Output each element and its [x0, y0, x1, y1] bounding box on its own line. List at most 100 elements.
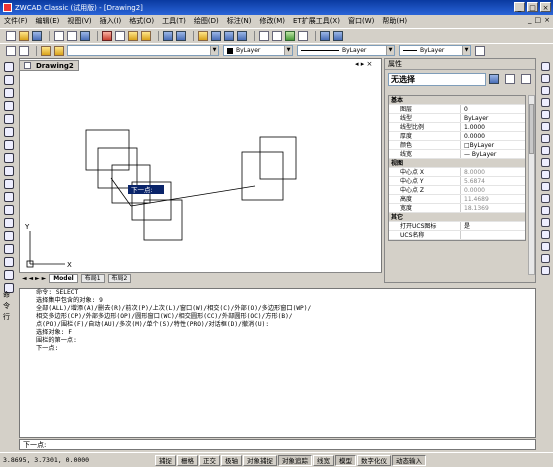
- chamfer-icon[interactable]: [540, 218, 550, 227]
- redo-icon[interactable]: [176, 30, 186, 41]
- line-icon[interactable]: [3, 62, 14, 72]
- status-toggle-button[interactable]: 对象捕捉: [243, 454, 277, 466]
- property-row[interactable]: UCS名称: [389, 231, 525, 240]
- point-icon[interactable]: [3, 231, 14, 241]
- paste-icon[interactable]: [128, 30, 138, 41]
- hatch-icon[interactable]: [3, 244, 14, 254]
- zoom-window-icon[interactable]: [224, 30, 234, 41]
- command-input[interactable]: 下一点:: [19, 439, 536, 450]
- property-value[interactable]: 0.0000: [461, 132, 525, 140]
- cut-icon[interactable]: [102, 30, 112, 41]
- status-toggle-button[interactable]: 极轴: [221, 454, 242, 466]
- spline-icon[interactable]: [3, 166, 14, 176]
- tab-model[interactable]: Model: [49, 273, 78, 283]
- tab-layout1[interactable]: 布局1: [80, 273, 105, 283]
- document-tab[interactable]: Drawing2: [19, 60, 79, 71]
- align-icon[interactable]: [540, 266, 550, 275]
- make-block-icon[interactable]: [3, 218, 14, 228]
- rectangle-shape[interactable]: [85, 129, 130, 171]
- minimize-button[interactable]: _: [514, 2, 525, 12]
- move-icon[interactable]: [540, 122, 550, 131]
- property-value[interactable]: 1.0000: [461, 123, 525, 131]
- lineweight-dropdown[interactable]: ByLayer ▼: [399, 45, 471, 56]
- property-value[interactable]: 0: [461, 105, 525, 113]
- tab-layout2[interactable]: 布局2: [107, 273, 132, 283]
- menu-et-tools[interactable]: ET扩展工具(X): [293, 16, 340, 26]
- zoom-previous-icon[interactable]: [237, 30, 247, 41]
- selection-dropdown[interactable]: 无选择: [388, 73, 486, 86]
- lengthen-icon[interactable]: [540, 254, 550, 263]
- join-icon[interactable]: [540, 206, 550, 215]
- property-value[interactable]: 是: [461, 222, 525, 230]
- arc-icon[interactable]: [3, 127, 14, 137]
- array-icon[interactable]: [540, 110, 550, 119]
- maximize-button[interactable]: □: [527, 2, 538, 12]
- property-value[interactable]: 11.4689: [461, 195, 525, 203]
- property-row[interactable]: 线型比例 1.0000: [389, 123, 525, 132]
- scale-icon[interactable]: [540, 146, 550, 155]
- drawing-canvas[interactable]: 下一点: Y X: [19, 58, 382, 283]
- status-toggle-button[interactable]: 正交: [199, 454, 220, 466]
- circle-icon[interactable]: [3, 140, 14, 150]
- menu-edit[interactable]: 编辑(E): [36, 16, 60, 26]
- property-category[interactable]: 视图: [389, 159, 525, 168]
- property-category[interactable]: 基本: [389, 96, 525, 105]
- undo-icon[interactable]: [163, 30, 173, 41]
- rectangle-shape[interactable]: [111, 164, 151, 204]
- property-value[interactable]: 5.6874: [461, 177, 525, 185]
- publish-icon[interactable]: [80, 30, 90, 41]
- property-row[interactable]: 颜色 □ByLayer: [389, 141, 525, 150]
- property-row[interactable]: 宽度 18.1369: [389, 204, 525, 213]
- menu-draw[interactable]: 绘图(D): [194, 16, 219, 26]
- menu-window[interactable]: 窗口(W): [348, 16, 374, 26]
- select-objects-icon[interactable]: [505, 74, 515, 84]
- property-row[interactable]: 图层 0: [389, 105, 525, 114]
- break-icon[interactable]: [540, 194, 550, 203]
- erase-icon[interactable]: [540, 62, 550, 71]
- tool-palette-icon[interactable]: [285, 30, 295, 41]
- table-icon[interactable]: [3, 270, 14, 280]
- menu-file[interactable]: 文件(F): [4, 16, 28, 26]
- property-value[interactable]: 0.0000: [461, 186, 525, 194]
- linetype-dropdown[interactable]: ByLayer ▼: [297, 45, 395, 56]
- region-icon[interactable]: [3, 257, 14, 267]
- layer-state-icon[interactable]: [19, 45, 29, 56]
- rotate-icon[interactable]: [540, 134, 550, 143]
- property-value[interactable]: 8.0000: [461, 168, 525, 176]
- property-category[interactable]: 其它: [389, 213, 525, 222]
- new-icon[interactable]: [6, 30, 16, 41]
- web-icon[interactable]: [320, 30, 330, 41]
- mirror-icon[interactable]: [540, 86, 550, 95]
- ellipse-icon[interactable]: [3, 179, 14, 189]
- status-toggle-button[interactable]: 捕捉: [155, 454, 176, 466]
- ellipse-arc-icon[interactable]: [3, 192, 14, 202]
- save-icon[interactable]: [32, 30, 42, 41]
- property-value[interactable]: ByLayer: [461, 114, 525, 122]
- layer-manager-icon[interactable]: [6, 45, 16, 56]
- properties-scrollbar[interactable]: [528, 95, 535, 275]
- polyline-icon[interactable]: [3, 88, 14, 98]
- print-icon[interactable]: [54, 30, 64, 41]
- property-row[interactable]: 中心点 Z 0.0000: [389, 186, 525, 195]
- menu-modify[interactable]: 修改(M): [259, 16, 285, 26]
- property-value[interactable]: — ByLayer: [461, 150, 525, 158]
- plot-style-icon[interactable]: [475, 45, 485, 56]
- status-toggle-button[interactable]: 栅格: [177, 454, 198, 466]
- rectangle-shape[interactable]: [259, 136, 297, 180]
- menu-tools[interactable]: 工具(T): [162, 16, 186, 26]
- offset-icon[interactable]: [540, 98, 550, 107]
- status-toggle-button[interactable]: 对象追踪: [278, 454, 312, 466]
- property-row[interactable]: 中心点 Y 5.6874: [389, 177, 525, 186]
- print-preview-icon[interactable]: [67, 30, 77, 41]
- rectangle-shape[interactable]: [97, 147, 138, 189]
- copy-object-icon[interactable]: [540, 74, 550, 83]
- extend-icon[interactable]: [540, 182, 550, 191]
- copy-icon[interactable]: [115, 30, 125, 41]
- construction-line-icon[interactable]: [3, 75, 14, 85]
- menu-dimension[interactable]: 标注(N): [227, 16, 252, 26]
- close-button[interactable]: ×: [540, 2, 551, 12]
- polygon-icon[interactable]: [3, 101, 14, 111]
- status-toggle-button[interactable]: 数字化仪: [357, 454, 391, 466]
- status-toggle-button[interactable]: 动态输入: [392, 454, 426, 466]
- insert-block-icon[interactable]: [3, 205, 14, 215]
